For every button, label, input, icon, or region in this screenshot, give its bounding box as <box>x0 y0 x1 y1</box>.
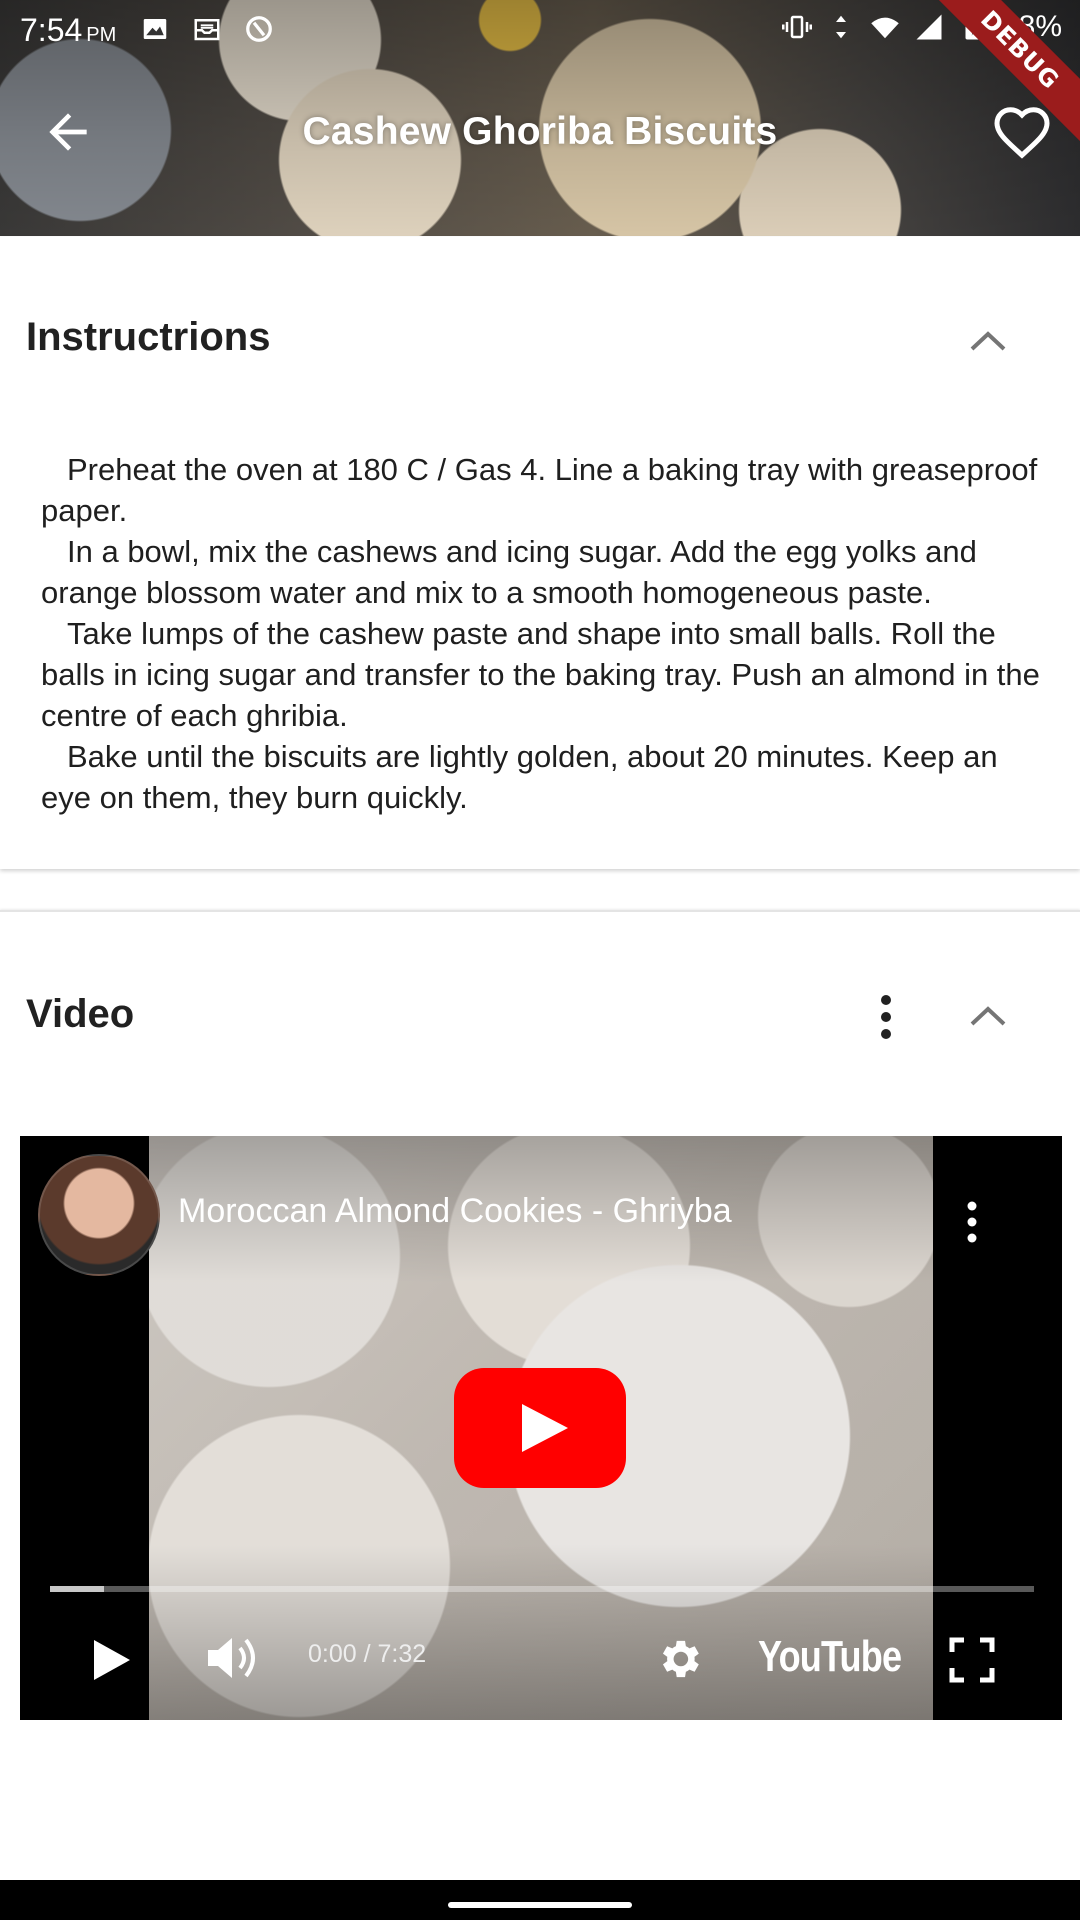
instruction-step: Preheat the oven at 180 C / Gas 4. Line … <box>41 452 1038 528</box>
video-card: Video Moroccan Almond Cookies - Ghriyba … <box>0 910 1080 1880</box>
instruction-step: Bake until the biscuits are lightly gold… <box>41 739 998 815</box>
video-heading: Video <box>26 992 135 1036</box>
instructions-heading: Instructrions <box>26 315 271 359</box>
video-title[interactable]: Moroccan Almond Cookies - Ghriyba <box>178 1192 732 1231</box>
volume-icon[interactable] <box>204 1632 260 1684</box>
instructions-text: Preheat the oven at 180 C / Gas 4. Line … <box>41 449 1041 818</box>
settings-gear-icon[interactable] <box>654 1634 704 1684</box>
status-time: 7:54 PM <box>20 12 117 48</box>
more-vert-icon[interactable] <box>872 994 900 1040</box>
notification-icons <box>140 14 274 44</box>
instruction-step: Take lumps of the cashew paste and shape… <box>41 616 1040 733</box>
video-buffered-fill <box>50 1586 105 1592</box>
sync-circle-icon <box>246 16 272 42</box>
instruction-step: In a bowl, mix the cashews and icing sug… <box>41 534 977 610</box>
vibrate-icon <box>781 15 812 39</box>
inbox-icon <box>194 19 220 41</box>
signal-icon <box>916 14 942 40</box>
wifi-icon <box>871 17 899 39</box>
youtube-play-button-icon[interactable] <box>454 1368 626 1488</box>
youtube-logo[interactable]: YouTube <box>758 1632 902 1682</box>
fullscreen-icon[interactable] <box>948 1636 996 1684</box>
channel-avatar[interactable] <box>38 1154 160 1276</box>
video-progress-bar[interactable] <box>50 1586 1034 1592</box>
app-bar: Cashew Ghoriba Biscuits <box>0 60 1080 200</box>
page-title: Cashew Ghoriba Biscuits <box>302 110 778 153</box>
chevron-up-icon[interactable] <box>968 329 1008 353</box>
image-icon <box>143 19 167 39</box>
chevron-up-icon[interactable] <box>968 1004 1008 1028</box>
data-arrows-icon <box>835 15 846 39</box>
favorite-heart-icon[interactable] <box>990 104 1054 164</box>
video-more-icon[interactable] <box>962 1200 982 1244</box>
instructions-card: Instructrions Preheat the oven at 180 C … <box>0 237 1080 869</box>
system-nav-bar <box>0 1880 1080 1920</box>
video-time: 0:00 / 7:32 <box>308 1640 427 1668</box>
play-icon[interactable] <box>90 1636 134 1684</box>
home-gesture-handle[interactable] <box>448 1902 632 1908</box>
status-bar: 7:54 PM 98% <box>0 0 1080 60</box>
youtube-player[interactable]: Moroccan Almond Cookies - Ghriyba 0:00 /… <box>20 1136 1062 1720</box>
